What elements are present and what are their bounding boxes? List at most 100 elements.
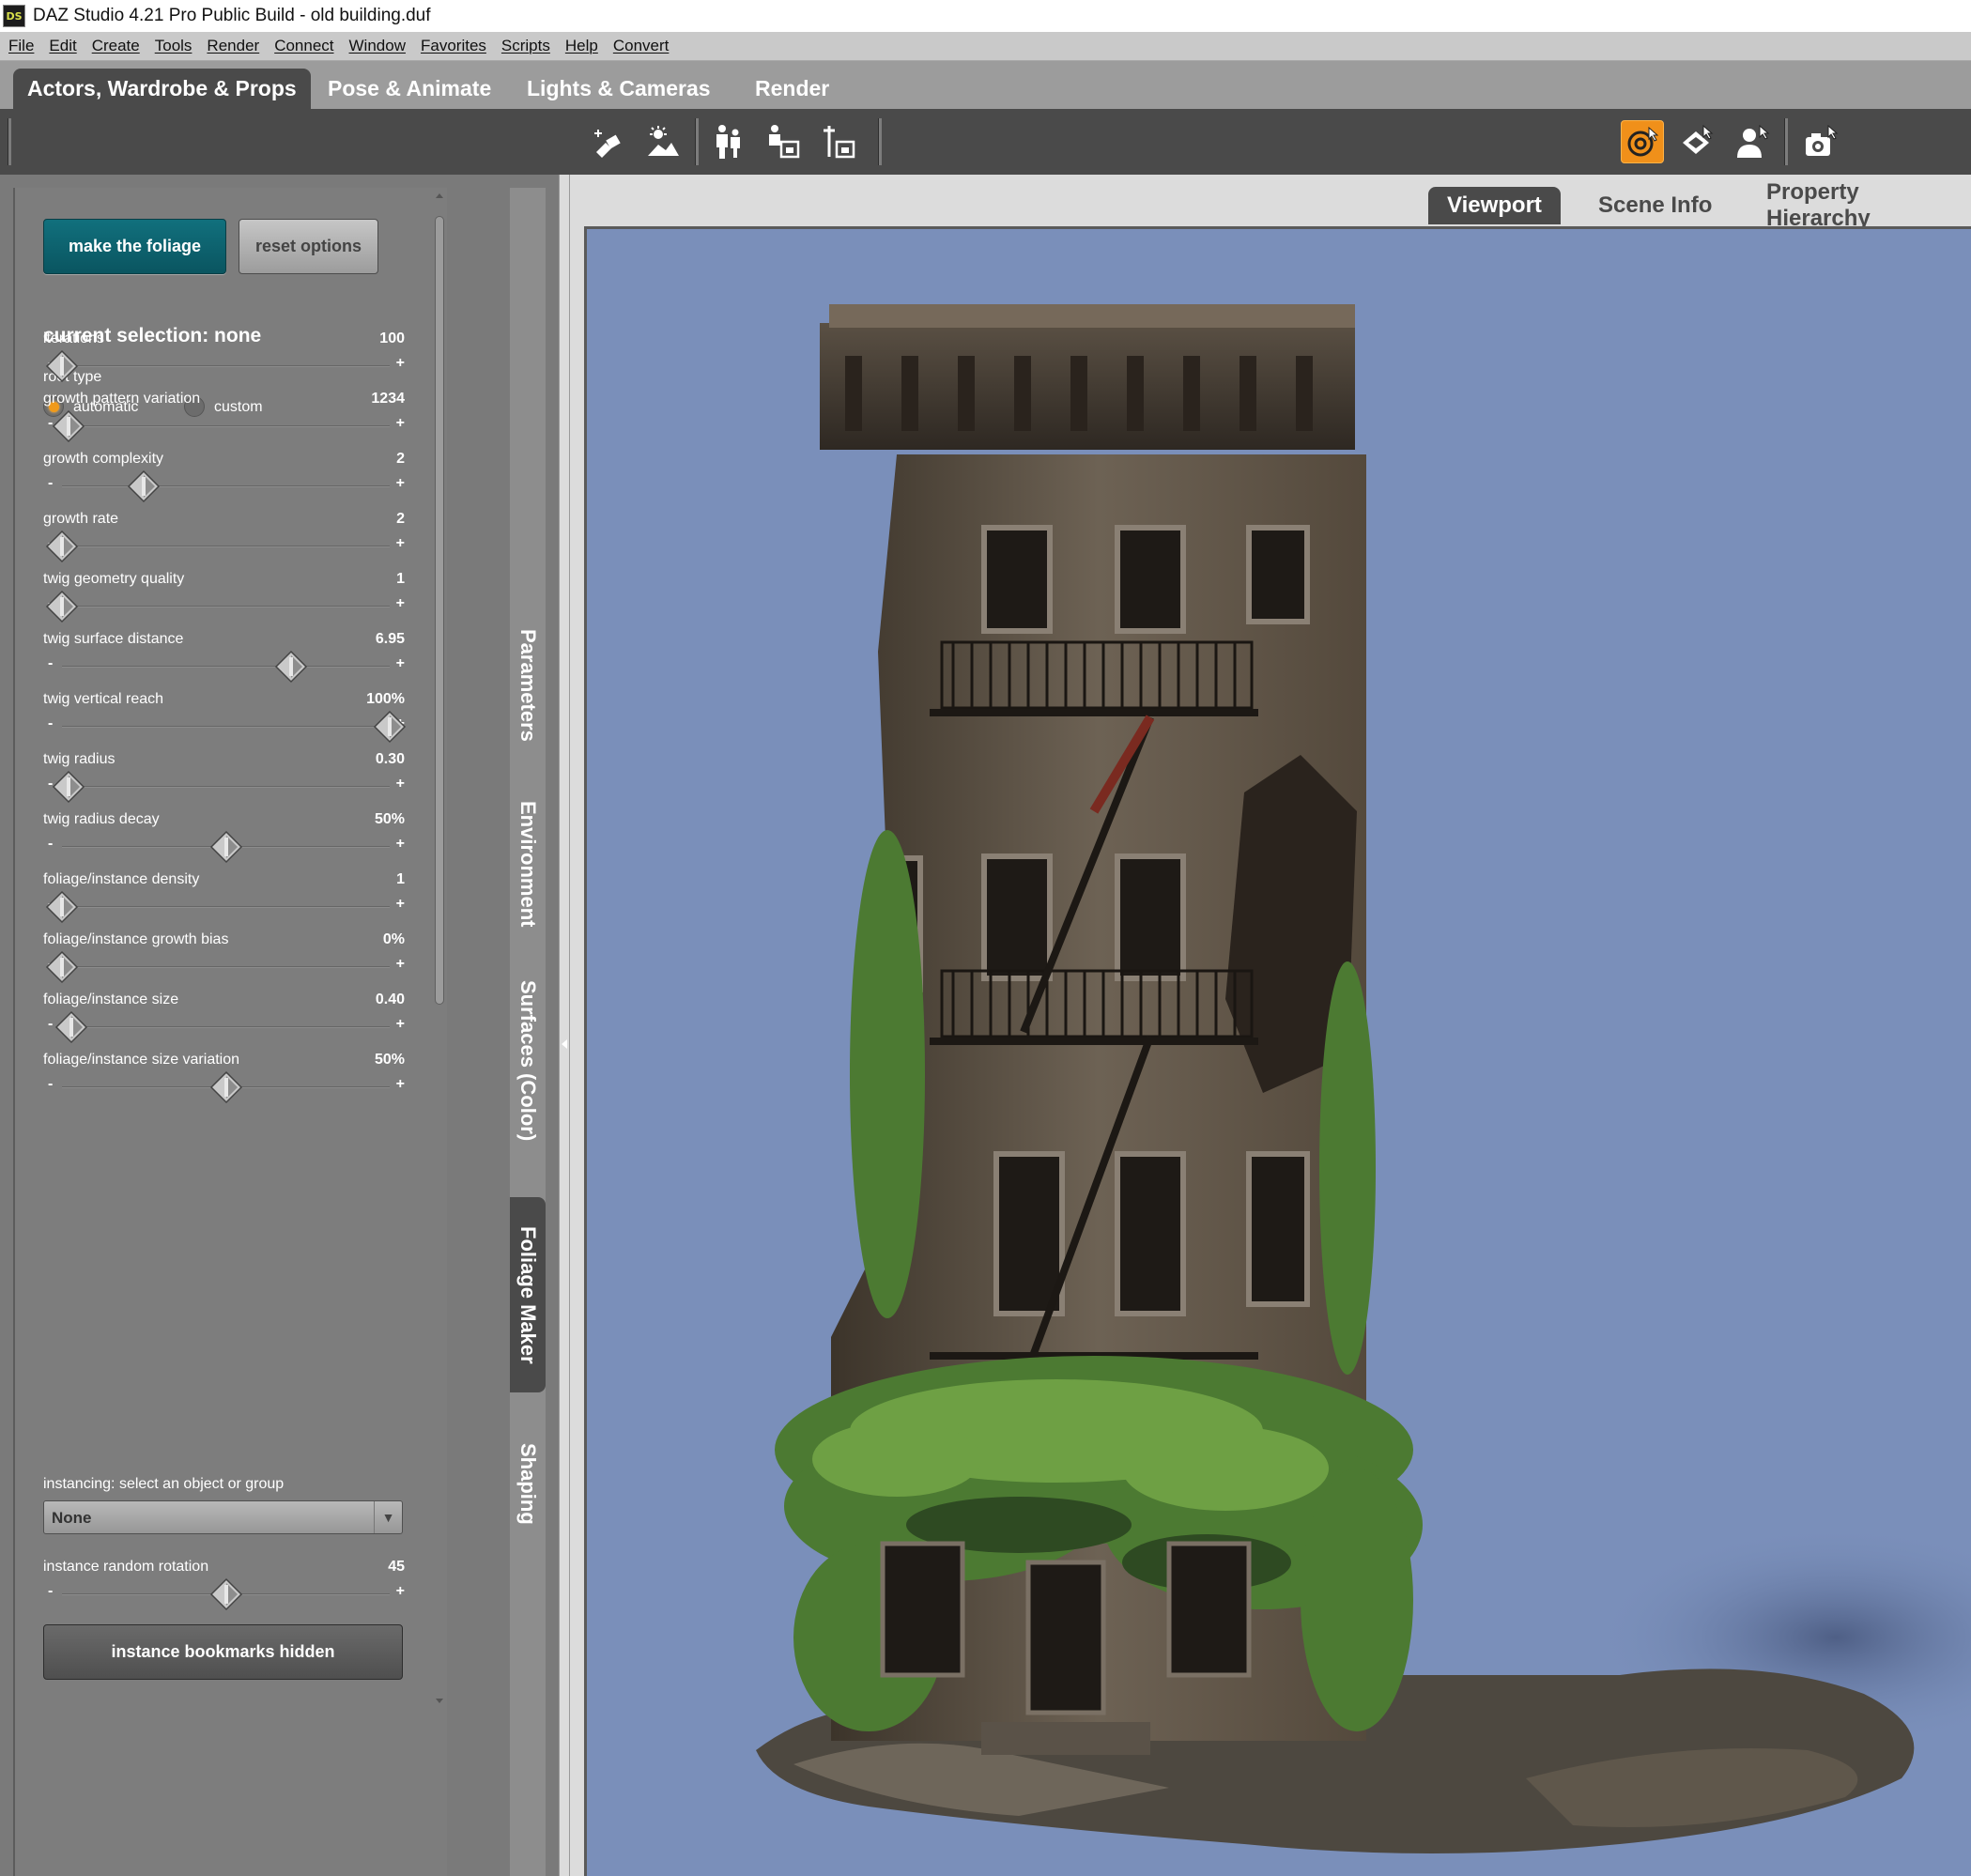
figure-select-icon[interactable] <box>1731 120 1774 163</box>
decrease-icon[interactable]: - <box>48 1583 53 1600</box>
scrollbar-thumb[interactable] <box>435 216 444 1005</box>
menu-convert[interactable]: Convert <box>613 37 670 55</box>
slider-growth-complexity[interactable]: growth complexity 2 - + <box>43 451 405 507</box>
reset-options-button[interactable]: reset options <box>239 219 378 274</box>
slider-thumb[interactable] <box>45 349 79 383</box>
scroll-up-icon[interactable] <box>433 190 446 203</box>
slider-twig-vertical-reach[interactable]: twig vertical reach100%-+ <box>43 691 407 747</box>
tab-viewport[interactable]: Viewport <box>1428 187 1561 224</box>
slider-track[interactable] <box>62 485 390 487</box>
increase-icon[interactable]: + <box>396 415 405 432</box>
increase-icon[interactable]: + <box>396 595 405 612</box>
slider-thumb[interactable] <box>274 650 308 684</box>
slider-track[interactable] <box>62 365 390 367</box>
slider-thumb[interactable] <box>209 830 243 864</box>
increase-icon[interactable]: + <box>396 355 405 372</box>
slider-track[interactable] <box>62 606 390 607</box>
slider-track[interactable] <box>62 726 390 728</box>
slider-growth-rate[interactable]: growth rate2-+ <box>43 511 405 567</box>
increase-icon[interactable]: + <box>396 655 405 672</box>
slider-thumb[interactable] <box>209 1070 243 1104</box>
menu-render[interactable]: Render <box>207 37 259 55</box>
increase-icon[interactable]: + <box>396 535 405 552</box>
slider-foliage-instance-density[interactable]: foliage/instance density1-+ <box>43 871 405 928</box>
slider-foliage-instance-growth-bias[interactable]: foliage/instance growth bias0%-+ <box>43 931 405 988</box>
slider-twig-surface-distance[interactable]: twig surface distance 6.95 - + <box>43 631 405 687</box>
tab-shaping[interactable]: Shaping <box>510 1408 546 1559</box>
transform-tool-icon[interactable] <box>1675 120 1718 163</box>
tab-render[interactable]: Render <box>741 69 843 109</box>
slider-thumb[interactable] <box>54 1010 88 1044</box>
menu-file[interactable]: File <box>8 37 34 55</box>
slider-track[interactable] <box>62 425 390 427</box>
decrease-icon[interactable]: - <box>48 1076 53 1093</box>
slider-growth-pattern-variation[interactable]: growth pattern variation 1234- + <box>43 391 405 447</box>
slider-twig-geometry-quality[interactable]: twig geometry quality1-+ <box>43 571 405 627</box>
panel-scrollbar[interactable] <box>433 188 446 1709</box>
slider-instance-random-rotation[interactable]: instance random rotation 45 - + <box>43 1559 405 1615</box>
pose-figure-icon[interactable] <box>706 120 749 163</box>
slider-thumb[interactable] <box>373 710 407 744</box>
slider-track[interactable] <box>62 1026 390 1028</box>
menu-edit[interactable]: Edit <box>49 37 76 55</box>
increase-icon[interactable]: + <box>396 956 405 973</box>
increase-icon[interactable]: + <box>396 1076 405 1093</box>
decrease-icon[interactable]: - <box>48 475 53 492</box>
3d-viewport[interactable] <box>584 226 1971 1876</box>
increase-icon[interactable]: + <box>396 1583 405 1600</box>
menu-connect[interactable]: Connect <box>274 37 333 55</box>
create-prop-icon[interactable] <box>587 120 630 163</box>
increase-icon[interactable]: + <box>396 1016 405 1033</box>
tab-foliage-maker[interactable]: Foliage Maker <box>510 1197 546 1392</box>
decrease-icon[interactable]: - <box>48 655 53 672</box>
instancing-select[interactable]: None ▼ <box>43 1500 403 1534</box>
universal-tool-icon[interactable] <box>1621 120 1664 163</box>
tab-environment[interactable]: Environment <box>510 779 546 948</box>
slider-thumb[interactable] <box>52 770 85 804</box>
increase-icon[interactable]: + <box>396 896 405 913</box>
menu-scripts[interactable]: Scripts <box>501 37 550 55</box>
slider-foliage-instance-size[interactable]: foliage/instance size 0.40 - + <box>43 992 405 1048</box>
slider-thumb[interactable] <box>127 469 161 503</box>
menu-help[interactable]: Help <box>565 37 598 55</box>
tab-actors-wardrobe-props[interactable]: Actors, Wardrobe & Props <box>13 69 311 109</box>
menu-create[interactable]: Create <box>92 37 140 55</box>
slider-track[interactable] <box>62 906 390 908</box>
decrease-icon[interactable]: - <box>48 715 53 732</box>
tab-property-hierarchy[interactable]: Property Hierarchy <box>1748 179 1971 231</box>
scroll-down-icon[interactable] <box>433 1694 446 1707</box>
slider-track[interactable] <box>62 786 390 788</box>
instance-bookmarks-button[interactable]: instance bookmarks hidden <box>43 1624 403 1680</box>
tab-parameters[interactable]: Parameters <box>510 601 546 770</box>
tab-lights-cameras[interactable]: Lights & Cameras <box>513 69 725 109</box>
decrease-icon[interactable]: - <box>48 1016 53 1033</box>
chevron-down-icon[interactable]: ▼ <box>374 1501 402 1533</box>
slider-thumb[interactable] <box>45 890 79 924</box>
make-foliage-button[interactable]: make the foliage <box>43 219 226 274</box>
camera-tool-icon[interactable] <box>1799 120 1842 163</box>
slider-thumb[interactable] <box>45 530 79 563</box>
menu-tools[interactable]: Tools <box>155 37 192 55</box>
slider-twig-radius[interactable]: twig radius 0.30- + <box>43 751 405 807</box>
increase-icon[interactable]: + <box>396 475 405 492</box>
load-scene-icon[interactable] <box>762 120 805 163</box>
increase-icon[interactable]: + <box>396 836 405 853</box>
menu-window[interactable]: Window <box>349 37 406 55</box>
tab-scene-info[interactable]: Scene Info <box>1579 187 1731 224</box>
slider-track[interactable] <box>62 666 390 668</box>
decrease-icon[interactable]: - <box>48 836 53 853</box>
slider-thumb[interactable] <box>45 950 79 984</box>
tab-pose-animate[interactable]: Pose & Animate <box>314 69 505 109</box>
collapse-arrow-icon[interactable] <box>560 1038 569 1051</box>
slider-iterations[interactable]: iterations100-+ <box>43 331 405 387</box>
slider-track[interactable] <box>62 546 390 547</box>
slider-foliage-instance-size-variation[interactable]: foliage/instance size variation 50% - + <box>43 1052 405 1108</box>
slider-track[interactable] <box>62 966 390 968</box>
slider-thumb[interactable] <box>52 409 85 443</box>
increase-icon[interactable]: + <box>396 776 405 792</box>
slider-twig-radius-decay[interactable]: twig radius decay 50% - + <box>43 811 405 868</box>
tab-surfaces-color[interactable]: Surfaces (Color) <box>510 958 546 1164</box>
slider-thumb[interactable] <box>45 590 79 623</box>
measure-icon[interactable] <box>817 120 860 163</box>
environment-icon[interactable] <box>641 120 685 163</box>
